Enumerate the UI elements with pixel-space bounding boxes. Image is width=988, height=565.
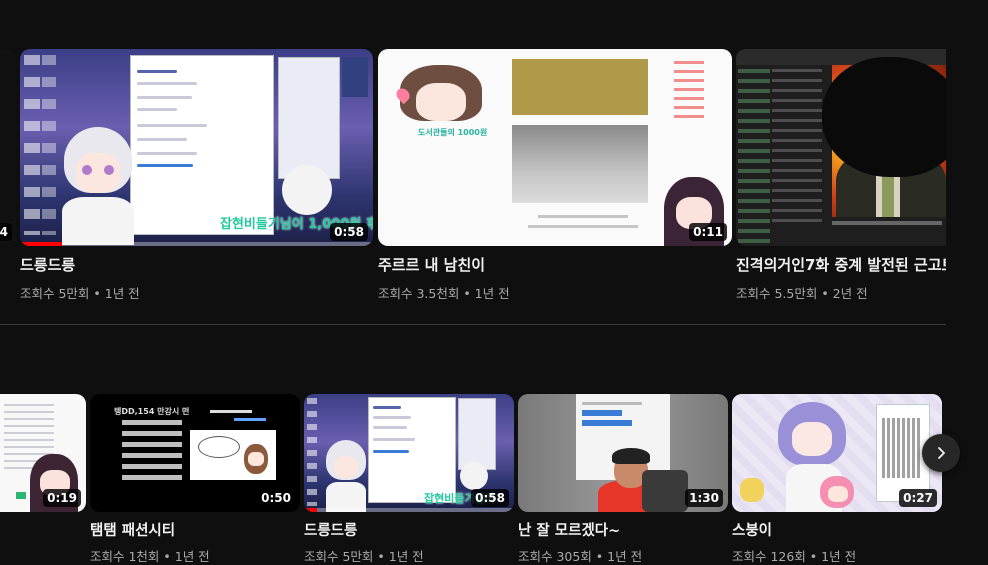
shelf-divider xyxy=(0,324,946,325)
video-title[interactable]: 주르르 내 남친이 xyxy=(378,254,732,275)
video-meta: 조회수 305회 • 1년 전 xyxy=(518,549,643,564)
video-thumbnail[interactable]: 1:30 xyxy=(518,394,728,512)
video-thumbnail[interactable]: 잡현비들기님이 1,000원 후원! 0:58 xyxy=(20,49,373,246)
shelf-next-button[interactable] xyxy=(922,434,960,472)
redacted-face xyxy=(822,57,946,177)
watch-progress xyxy=(304,508,514,512)
video-thumbnail[interactable]: 텡DD,154 만강시 떤 0:50 xyxy=(90,394,300,512)
video-thumbnail-partial[interactable]: 0:19 xyxy=(0,394,86,512)
video-meta: 조회수 126회 • 1년 전 xyxy=(732,549,857,564)
video-meta: 조회수 5.5만회 • 2년 전 xyxy=(736,286,868,301)
video-thumbnail[interactable]: 0:27 xyxy=(732,394,942,512)
avatar-character xyxy=(58,127,138,245)
video-meta: 조회수 5만회 • 1년 전 xyxy=(304,549,424,564)
video-title[interactable]: 탬탬 패션시티 xyxy=(90,519,300,540)
video-duration: 0:58 xyxy=(330,223,368,241)
video-duration: 1:30 xyxy=(685,489,723,507)
video-thumbnail[interactable]: 도서관들의 1000원 0:11 xyxy=(378,49,732,246)
video-duration: 0:27 xyxy=(899,489,937,507)
video-title[interactable]: 드릉드릉 xyxy=(304,519,514,540)
video-meta: 조회수 5만회 • 1년 전 xyxy=(20,286,140,301)
video-duration: 0:11 xyxy=(689,223,727,241)
video-title[interactable]: 난 잘 모르겠다~ xyxy=(518,519,728,540)
video-title[interactable]: 드릉드릉 xyxy=(20,254,373,275)
video-duration: 0:19 xyxy=(43,489,81,507)
notepad-window xyxy=(130,55,274,235)
video-meta: 조회수 1천회 • 1년 전 xyxy=(90,549,210,564)
video-title[interactable]: 스붕이 xyxy=(732,519,942,540)
overlay-heading: 텡DD,154 만강시 떤 xyxy=(114,407,190,416)
chevron-right-icon xyxy=(938,447,945,459)
video-thumbnail[interactable] xyxy=(736,49,946,246)
video-thumbnail-partial[interactable]: 4 xyxy=(0,49,16,246)
video-duration: 0:50 xyxy=(257,489,295,507)
video-duration: 0:58 xyxy=(471,489,509,507)
watch-progress xyxy=(20,242,373,246)
video-meta: 조회수 3.5천회 • 1년 전 xyxy=(378,286,510,301)
video-duration: 4 xyxy=(0,223,12,241)
video-title[interactable]: 진격의거인7화 중계 발전된 근고트 xyxy=(736,254,946,275)
video-thumbnail[interactable]: 잡현비들기님이 0:58 xyxy=(304,394,514,512)
